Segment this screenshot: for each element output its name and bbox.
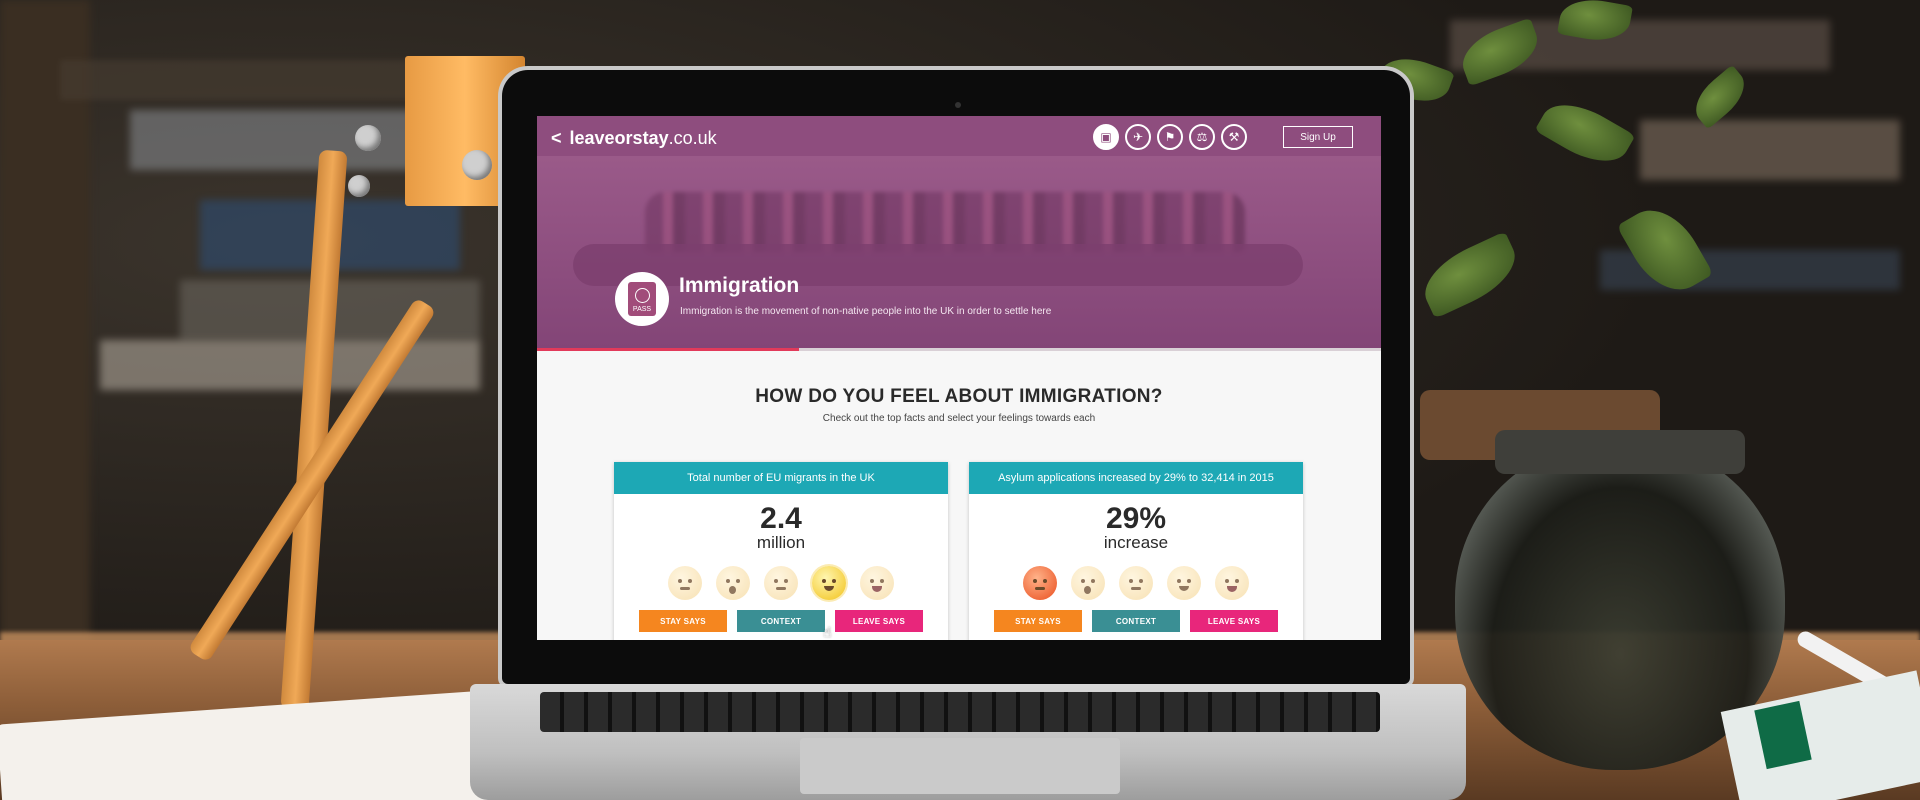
passport-icon[interactable]: ▣ bbox=[1093, 124, 1119, 150]
brand-name: leaveorstay bbox=[569, 128, 669, 148]
passport-icon: PASS bbox=[628, 282, 656, 316]
brand-domain: .co.uk bbox=[668, 128, 717, 148]
pointer-cursor-icon: ☝ bbox=[823, 624, 832, 640]
feeling-selector bbox=[969, 566, 1303, 600]
laptop-camera bbox=[955, 102, 961, 108]
angry-face-icon[interactable] bbox=[1023, 566, 1057, 600]
book bbox=[1640, 120, 1900, 180]
stay-says-button[interactable]: STAY SAYS bbox=[994, 610, 1082, 632]
laptop-screen: < leaveorstay.co.uk ▣ ✈ ⚑ ⚖ ⚒ Sign Up PA… bbox=[537, 116, 1381, 640]
fact-unit: increase bbox=[1103, 533, 1169, 552]
slight-smile-face-icon[interactable] bbox=[812, 566, 846, 600]
neutral-face-icon[interactable] bbox=[764, 566, 798, 600]
feeling-selector bbox=[614, 566, 948, 600]
jar-lid bbox=[1495, 430, 1745, 474]
flag-icon[interactable]: ⚑ bbox=[1157, 124, 1183, 150]
passport-label: PASS bbox=[632, 306, 652, 313]
progress-bar-fill bbox=[537, 348, 799, 351]
fact-card: Total number of EU migrants in the UK 2.… bbox=[614, 462, 948, 640]
lamp-knob bbox=[355, 125, 381, 151]
gavel-icon[interactable]: ⚒ bbox=[1221, 124, 1247, 150]
fact-card-header: Asylum applications increased by 29% to … bbox=[969, 462, 1303, 494]
fact-actions: STAY SAYS CONTEXT LEAVE SAYS bbox=[614, 610, 948, 632]
question-title: HOW DO YOU FEEL ABOUT IMMIGRATION? bbox=[755, 386, 1163, 407]
angry-face-icon[interactable] bbox=[668, 566, 702, 600]
lamp-knob bbox=[462, 150, 492, 180]
fact-card-header: Total number of EU migrants in the UK bbox=[614, 462, 948, 494]
fact-unit: million bbox=[756, 533, 806, 552]
surprised-face-icon[interactable] bbox=[716, 566, 750, 600]
leaf bbox=[1414, 231, 1526, 319]
fact-value: 2.4 bbox=[760, 502, 802, 535]
neutral-face-icon[interactable] bbox=[1119, 566, 1153, 600]
laptop-keyboard bbox=[540, 692, 1380, 732]
leaf bbox=[1534, 90, 1636, 176]
hero-image-people bbox=[645, 192, 1245, 252]
context-button[interactable]: CONTEXT bbox=[1092, 610, 1180, 632]
scales-icon[interactable]: ⚖ bbox=[1189, 124, 1215, 150]
fact-card: Asylum applications increased by 29% to … bbox=[969, 462, 1303, 640]
fact-actions: STAY SAYS CONTEXT LEAVE SAYS bbox=[969, 610, 1303, 632]
slight-smile-face-icon[interactable] bbox=[1167, 566, 1201, 600]
page-title: Immigration bbox=[679, 274, 800, 297]
surprised-face-icon[interactable] bbox=[1071, 566, 1105, 600]
topic-badge: PASS bbox=[615, 272, 669, 326]
question-subtitle: Check out the top facts and select your … bbox=[822, 413, 1096, 424]
book bbox=[100, 340, 480, 390]
leave-says-button[interactable]: LEAVE SAYS bbox=[835, 610, 923, 632]
plane-icon[interactable]: ✈ bbox=[1125, 124, 1151, 150]
signup-button[interactable]: Sign Up bbox=[1283, 126, 1353, 148]
context-button[interactable]: CONTEXT bbox=[737, 610, 825, 632]
laptop-trackpad bbox=[800, 738, 1120, 794]
topic-description: Immigration is the movement of non-nativ… bbox=[680, 306, 1052, 317]
grinning-face-icon[interactable] bbox=[1215, 566, 1249, 600]
site-brand[interactable]: < leaveorstay.co.uk bbox=[551, 128, 717, 149]
grinning-face-icon[interactable] bbox=[860, 566, 894, 600]
progress-bar bbox=[537, 348, 1381, 351]
back-chevron-icon[interactable]: < bbox=[551, 128, 562, 149]
lamp-knob bbox=[348, 175, 370, 197]
fact-value: 29% bbox=[1105, 502, 1167, 535]
brand-logo: leaveorstay.co.uk bbox=[570, 128, 717, 149]
book bbox=[130, 110, 430, 170]
stay-says-button[interactable]: STAY SAYS bbox=[639, 610, 727, 632]
hero-banner: < leaveorstay.co.uk ▣ ✈ ⚑ ⚖ ⚒ Sign Up PA… bbox=[537, 116, 1381, 348]
topic-nav: ▣ ✈ ⚑ ⚖ ⚒ bbox=[1093, 124, 1247, 150]
leave-says-button[interactable]: LEAVE SAYS bbox=[1190, 610, 1278, 632]
